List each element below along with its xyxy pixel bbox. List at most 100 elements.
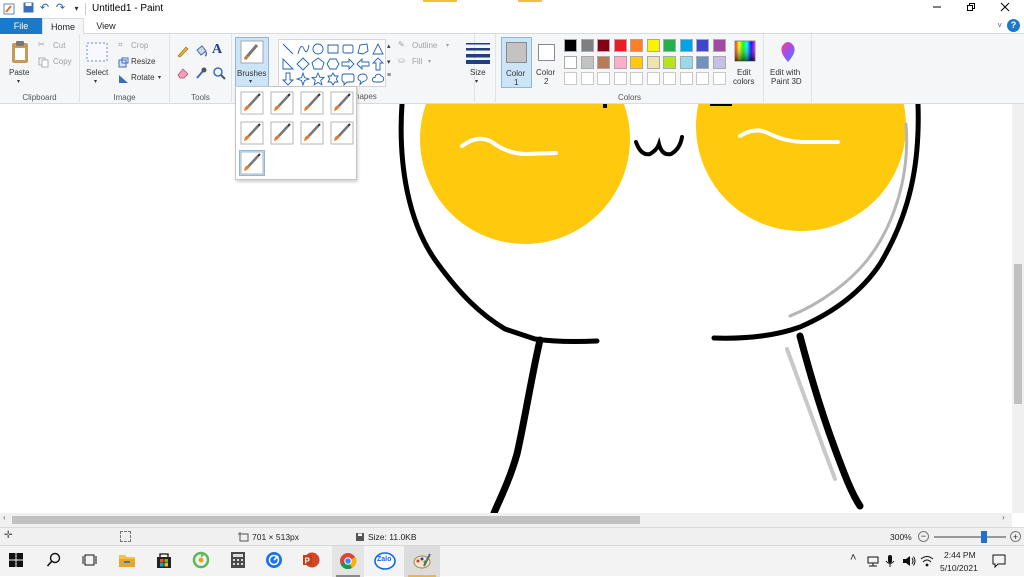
magnifier-icon[interactable] [212, 66, 226, 80]
zoom-slider[interactable] [934, 531, 1006, 543]
custom-color-slot[interactable] [712, 72, 726, 85]
vertical-scroll-thumb[interactable] [1014, 264, 1022, 404]
palette-swatch[interactable] [696, 55, 709, 69]
brush-option[interactable] [239, 90, 265, 116]
scroll-right-icon[interactable]: › [1002, 513, 1005, 522]
rounded-rectangle-shape-icon[interactable] [342, 44, 354, 54]
sync-app-icon[interactable] [192, 551, 214, 573]
polygon-shape-icon[interactable] [357, 43, 369, 55]
horizontal-scroll-thumb[interactable] [12, 516, 640, 524]
calligraphy-brush-1-option[interactable] [269, 90, 295, 116]
clock-time[interactable]: 2:44 PM [944, 550, 976, 560]
custom-color-slot[interactable] [597, 72, 610, 85]
tab-home[interactable]: Home [42, 18, 84, 34]
chrome-taskbar-button[interactable] [332, 546, 364, 577]
palette-swatch[interactable] [564, 39, 577, 52]
four-point-star-shape-icon[interactable] [295, 71, 311, 86]
clock-date[interactable]: 5/10/2021 [940, 563, 978, 573]
network-adapter-icon[interactable] [866, 555, 880, 567]
customize-quick-access-icon[interactable]: ▾ [70, 2, 83, 15]
right-arrow-shape-icon[interactable] [341, 57, 355, 71]
palette-swatch[interactable] [580, 55, 594, 69]
edit-with-paint3d-button[interactable]: Edit with Paint 3D [766, 38, 810, 88]
palette-swatch[interactable] [613, 55, 627, 69]
palette-swatch[interactable] [613, 39, 627, 52]
brushes-button[interactable]: Brushes ▾ [235, 37, 269, 87]
restore-button[interactable] [954, 0, 988, 18]
drawing-canvas[interactable] [0, 104, 1012, 513]
microphone-icon[interactable] [884, 554, 896, 568]
fill-bucket-icon[interactable] [194, 44, 208, 58]
copy-button[interactable]: Copy [38, 56, 78, 69]
calligraphy-brush-2-option[interactable] [299, 90, 325, 116]
palette-swatch[interactable] [597, 39, 610, 52]
minimize-button[interactable] [920, 0, 954, 18]
shapes-scroll-up-icon[interactable]: ▴ [387, 42, 391, 50]
zoom-out-button[interactable]: − [918, 531, 929, 542]
powerpoint-icon[interactable]: P [302, 551, 324, 573]
palette-swatch[interactable] [679, 55, 693, 69]
line-shape-icon[interactable] [282, 43, 294, 55]
resize-button[interactable]: Resize [118, 56, 168, 69]
palette-swatch[interactable] [630, 39, 643, 52]
airbrush-option[interactable] [329, 90, 355, 116]
right-triangle-shape-icon[interactable] [282, 57, 295, 70]
task-view-icon[interactable] [82, 552, 104, 574]
custom-color-slot[interactable] [613, 72, 627, 85]
zoom-slider-thumb[interactable] [981, 531, 988, 543]
vertical-scrollbar[interactable] [1012, 104, 1024, 513]
curve-shape-icon[interactable] [297, 44, 310, 55]
five-point-star-shape-icon[interactable] [310, 71, 326, 86]
hexagon-shape-icon[interactable] [326, 58, 340, 70]
collapse-ribbon-icon[interactable]: ˅ [997, 21, 1002, 30]
close-button[interactable] [988, 0, 1022, 18]
palette-swatch[interactable] [646, 39, 660, 52]
left-arrow-shape-icon[interactable] [356, 57, 370, 71]
shapes-more-icon[interactable]: ≡ [387, 72, 391, 79]
shapes-scroll-down-icon[interactable]: ▾ [387, 58, 391, 66]
save-icon[interactable] [22, 2, 35, 15]
color-picker-icon[interactable] [194, 66, 208, 80]
eraser-icon[interactable] [176, 66, 190, 80]
rounded-callout-shape-icon[interactable] [341, 73, 355, 86]
crop-button[interactable]: ⌗ Crop [118, 40, 168, 53]
outline-button[interactable]: ✎ Outline ▾ [398, 40, 456, 53]
marker-option[interactable] [299, 120, 325, 146]
custom-color-slot[interactable] [646, 72, 660, 85]
rotate-button[interactable]: Rotate ▾ [118, 72, 168, 85]
crayon-option[interactable] [269, 120, 295, 146]
palette-swatch[interactable] [679, 39, 693, 52]
tab-file[interactable]: File [0, 18, 42, 34]
custom-color-slot[interactable] [564, 72, 577, 85]
zalo-taskbar-button[interactable]: Zalo [374, 551, 396, 571]
palette-swatch[interactable] [712, 55, 726, 69]
palette-swatch[interactable] [663, 39, 676, 52]
pentagon-shape-icon[interactable] [311, 57, 325, 70]
fill-button[interactable]: ⛀ Fill ▾ [398, 56, 456, 69]
paint-app-icon[interactable] [3, 3, 15, 15]
up-arrow-shape-icon[interactable] [371, 57, 385, 71]
custom-color-slot[interactable] [679, 72, 693, 85]
pencil-icon[interactable] [176, 44, 190, 58]
natural-pencil-option[interactable] [329, 120, 355, 146]
palette-swatch[interactable] [580, 39, 594, 52]
notifications-icon[interactable] [992, 554, 1006, 568]
size-button[interactable]: Size ▾ [462, 38, 494, 85]
custom-color-slot[interactable] [696, 72, 709, 85]
zoom-in-button[interactable]: + [1010, 531, 1021, 542]
custom-color-slot[interactable] [580, 72, 594, 85]
cut-button[interactable]: ✂ Cut [38, 40, 78, 53]
triangle-shape-icon[interactable] [372, 42, 384, 55]
palette-swatch[interactable] [696, 39, 709, 52]
select-button[interactable]: Select ▾ [84, 40, 112, 86]
tab-view[interactable]: View [88, 18, 124, 34]
palette-swatch[interactable] [646, 55, 660, 69]
search-icon[interactable] [46, 552, 68, 574]
show-hidden-icons-icon[interactable]: ˄ [850, 552, 856, 564]
custom-color-slot[interactable] [630, 72, 643, 85]
palette-swatch[interactable] [597, 55, 610, 69]
volume-icon[interactable] [902, 555, 916, 567]
undo-icon[interactable]: ↶ [38, 2, 51, 15]
down-arrow-shape-icon[interactable] [281, 72, 295, 86]
oval-shape-icon[interactable] [312, 43, 324, 55]
